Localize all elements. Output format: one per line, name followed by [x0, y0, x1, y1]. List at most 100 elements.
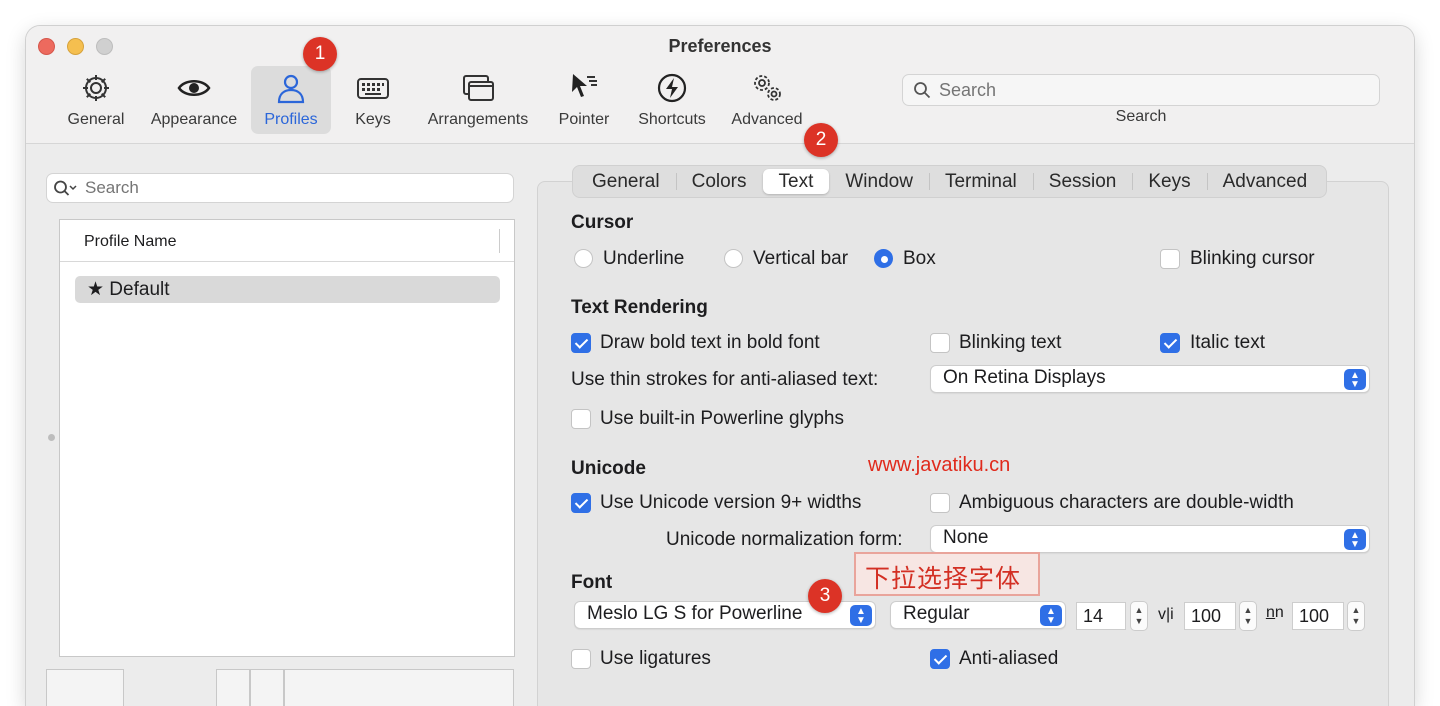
tab-window[interactable]: Window	[829, 169, 929, 194]
toolbar-advanced-label: Advanced	[731, 111, 803, 128]
vertical-spacing-icon: n̲n	[1266, 604, 1284, 621]
normalization-label: Unicode normalization form:	[666, 529, 903, 550]
blinking-cursor-label: Blinking cursor	[1190, 248, 1315, 269]
cursor-vertical-bar-label: Vertical bar	[753, 248, 849, 269]
toolbar-advanced[interactable]: Advanced	[726, 66, 808, 134]
profile-row-default[interactable]: ★ Default	[75, 276, 500, 303]
gear-icon	[83, 75, 109, 101]
italic-text-label: Italic text	[1190, 332, 1265, 353]
tab-colors[interactable]: Colors	[675, 169, 763, 194]
chevron-updown-icon: ▲ ▼	[1344, 529, 1366, 550]
split-handle[interactable]	[48, 434, 55, 441]
font-style-popup[interactable]: Regular ▲ ▼	[890, 601, 1066, 629]
font-size-field[interactable]: 14	[1076, 602, 1126, 630]
cursor-box-radio[interactable]	[874, 249, 893, 268]
bolt-icon	[657, 73, 687, 103]
normalization-value: None	[943, 527, 989, 548]
watermark-text: www.javatiku.cn	[868, 454, 1011, 476]
chevron-updown-icon: ▲ ▼	[850, 605, 872, 626]
cursor-heading: Cursor	[571, 212, 634, 233]
cursor-underline-label: Underline	[603, 248, 685, 269]
ambiguous-width-checkbox[interactable]	[930, 493, 950, 513]
toolbar: Preferences General Appearance Profiles …	[26, 26, 1414, 144]
window-stack-icon	[463, 75, 494, 101]
profile-name-column-header[interactable]: Profile Name	[60, 220, 514, 262]
step-badge-1: 1	[303, 37, 337, 71]
unicode-heading: Unicode	[571, 458, 646, 479]
draw-bold-label: Draw bold text in bold font	[600, 332, 820, 353]
eye-icon	[177, 80, 211, 96]
toolbar-shortcuts-label: Shortcuts	[638, 111, 706, 128]
toolbar-keys[interactable]: Keys	[338, 66, 408, 134]
add-profile-button[interactable]	[216, 669, 250, 706]
tags-button[interactable]	[46, 669, 124, 706]
normalization-popup[interactable]: None ▲ ▼	[930, 525, 1370, 553]
tab-text[interactable]: Text	[762, 169, 830, 194]
gears-icon	[754, 75, 781, 101]
anti-aliased-checkbox[interactable]	[930, 649, 950, 669]
toolbar-profiles[interactable]: Profiles	[251, 66, 331, 134]
tab-session[interactable]: Session	[1032, 169, 1133, 194]
blinking-text-checkbox[interactable]	[930, 333, 950, 353]
toolbar-general[interactable]: General	[62, 66, 130, 134]
profile-search-field[interactable]	[46, 173, 514, 203]
tab-keys[interactable]: Keys	[1132, 169, 1206, 194]
cursor-box-label: Box	[903, 248, 936, 269]
tab-terminal[interactable]: Terminal	[928, 169, 1033, 194]
horizontal-spacing-stepper[interactable]: ▲ ▼	[1239, 601, 1257, 631]
toolbar-keys-label: Keys	[355, 111, 391, 128]
anti-aliased-label: Anti-aliased	[959, 648, 1059, 669]
horizontal-spacing-icon: v|i	[1158, 606, 1174, 623]
toolbar-arrangements[interactable]: Arrangements	[420, 66, 536, 134]
thin-strokes-value: On Retina Displays	[943, 367, 1106, 388]
blinking-cursor-checkbox[interactable]	[1160, 249, 1180, 269]
toolbar-shortcuts[interactable]: Shortcuts	[631, 66, 713, 134]
draw-bold-checkbox[interactable]	[571, 333, 591, 353]
ligatures-label: Use ligatures	[600, 648, 711, 669]
step-badge-3: 3	[808, 579, 842, 613]
thin-strokes-label: Use thin strokes for anti-aliased text:	[571, 369, 879, 390]
blinking-text-label: Blinking text	[959, 332, 1062, 353]
ambiguous-width-label: Ambiguous characters are double-width	[959, 492, 1294, 513]
toolbar-profiles-label: Profiles	[264, 111, 318, 128]
unicode-v9-checkbox[interactable]	[571, 493, 591, 513]
toolbar-appearance[interactable]: Appearance	[144, 66, 244, 134]
profile-list: Profile Name ★ Default	[59, 219, 515, 657]
keyboard-icon	[357, 78, 389, 99]
vertical-spacing-field[interactable]: 100	[1292, 602, 1344, 630]
window-title: Preferences	[668, 36, 772, 56]
search-icon	[914, 82, 931, 99]
ligatures-checkbox[interactable]	[571, 649, 591, 669]
other-actions-button[interactable]	[284, 669, 514, 706]
annotation-callout: 下拉选择字体	[854, 552, 1040, 596]
font-size-stepper[interactable]: ▲ ▼	[1130, 601, 1148, 631]
cursor-underline-radio[interactable]	[574, 249, 593, 268]
toolbar-search-input[interactable]	[939, 79, 1339, 101]
italic-text-checkbox[interactable]	[1160, 333, 1180, 353]
tab-general[interactable]: General	[576, 169, 676, 194]
toolbar-search-field[interactable]	[902, 74, 1380, 106]
thin-strokes-popup[interactable]: On Retina Displays ▲ ▼	[930, 365, 1370, 393]
horizontal-spacing-field[interactable]: 100	[1184, 602, 1236, 630]
search-icon	[54, 180, 77, 196]
tab-advanced[interactable]: Advanced	[1206, 169, 1324, 194]
font-family-value: Meslo LG S for Powerline	[587, 603, 803, 624]
toolbar-appearance-label: Appearance	[150, 111, 238, 128]
vertical-spacing-stepper[interactable]: ▲ ▼	[1347, 601, 1365, 631]
chevron-updown-icon: ▲ ▼	[1040, 605, 1062, 626]
toolbar-general-label: General	[67, 111, 125, 128]
font-style-value: Regular	[903, 603, 970, 624]
profile-tabs: General Colors Text Window Terminal Sess…	[572, 165, 1328, 198]
step-badge-2: 2	[804, 123, 838, 157]
powerline-glyphs-checkbox[interactable]	[571, 409, 591, 429]
toolbar-arrangements-label: Arrangements	[427, 111, 529, 128]
cursor-vertical-bar-radio[interactable]	[724, 249, 743, 268]
toolbar-search-label: Search	[1115, 108, 1167, 125]
toolbar-pointer[interactable]: Pointer	[550, 66, 618, 134]
remove-profile-button[interactable]	[250, 669, 284, 706]
powerline-glyphs-label: Use built-in Powerline glyphs	[600, 408, 844, 429]
unicode-v9-label: Use Unicode version 9+ widths	[600, 492, 862, 513]
profile-search-input[interactable]	[85, 178, 485, 198]
preferences-window: Preferences General Appearance Profiles …	[26, 26, 1414, 706]
pointer-icon	[572, 74, 597, 97]
